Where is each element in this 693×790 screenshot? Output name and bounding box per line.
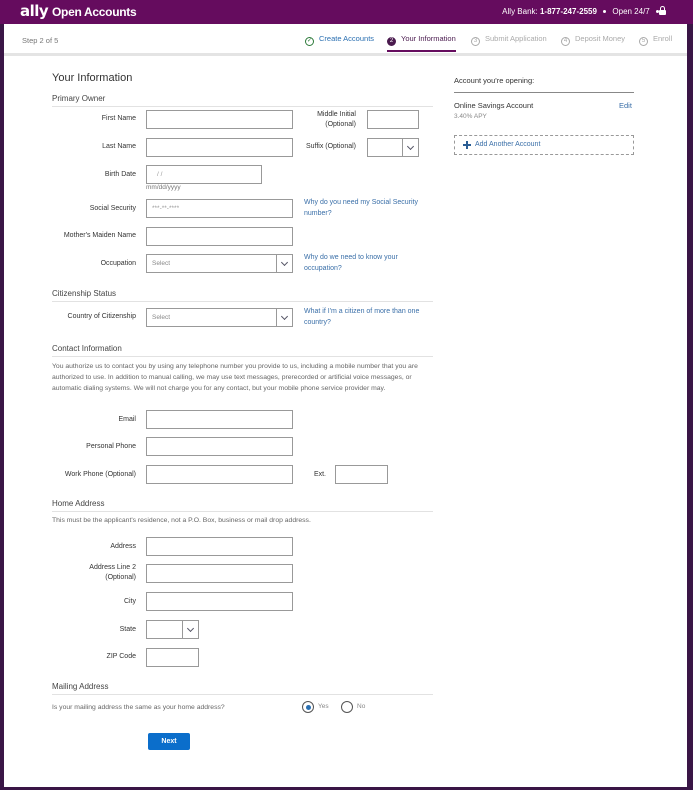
contact-info: Ally Bank: 1-877-247-2559 Open 24/7 (502, 7, 663, 16)
suffix-select[interactable] (367, 138, 419, 157)
section-citizenship: Citizenship Status (52, 289, 117, 298)
divider (52, 694, 433, 695)
state-select[interactable] (146, 620, 199, 639)
state-label: State (119, 626, 136, 633)
separator-dot (603, 10, 607, 14)
middle-initial-label: Middle Initial (Optional) (317, 111, 356, 128)
plus-icon (463, 141, 471, 149)
contact-disclaimer: You authorize us to contact you by using… (52, 363, 418, 392)
occupation-help-link[interactable]: Why do we need to know your occupation? (304, 252, 398, 274)
step-deposit-money: 4 Deposit Money (561, 34, 625, 46)
country-label: Country of Citizenship (67, 313, 136, 320)
step-enroll: 5 Enroll (639, 34, 672, 46)
mailing-no-radio[interactable] (341, 701, 353, 713)
address2-label: Address Line 2 (Optional) (89, 564, 136, 581)
divider (52, 356, 433, 357)
occupation-select[interactable]: Select (146, 254, 293, 273)
hours-text: Open 24/7 (612, 7, 650, 16)
next-button[interactable]: Next (148, 733, 190, 750)
email-input[interactable] (146, 410, 293, 429)
birth-date-input[interactable]: / / (146, 165, 262, 184)
first-name-label: First Name (101, 115, 136, 122)
birth-date-hint: mm/dd/yyyy (146, 184, 181, 191)
ext-input[interactable] (335, 465, 388, 484)
middle-initial-input[interactable] (367, 110, 419, 129)
mailing-yes-radio[interactable] (302, 701, 314, 713)
step-label: Your Information (401, 34, 456, 43)
step-number-icon: 2 (387, 37, 396, 46)
work-phone-input[interactable] (146, 465, 293, 484)
account-apy: 3.40% APY (454, 113, 487, 120)
step-number-icon: 4 (561, 37, 570, 46)
section-mailing-address: Mailing Address (52, 682, 109, 691)
app-title: Open Accounts (52, 5, 137, 19)
personal-phone-input[interactable] (146, 437, 293, 456)
divider (52, 511, 433, 512)
sidebar-divider (454, 92, 634, 93)
ssn-label: Social Security (89, 205, 136, 212)
address-label: Address (110, 543, 136, 550)
personal-phone-label: Personal Phone (86, 443, 136, 450)
sidebar-title: Account you're opening: (454, 76, 535, 85)
birth-date-label: Birth Date (104, 171, 136, 178)
ssn-help-link[interactable]: Why do you need my Social Security number… (304, 197, 418, 219)
mailing-question: Is your mailing address the same as your… (52, 704, 225, 711)
suffix-label: Suffix (Optional) (305, 143, 356, 150)
country-select[interactable]: Select (146, 308, 293, 327)
chevron-down-icon (276, 255, 292, 272)
last-name-label: Last Name (102, 143, 136, 150)
work-phone-label: Work Phone (Optional) (64, 471, 136, 478)
first-name-input[interactable] (146, 110, 293, 129)
city-label: City (123, 598, 136, 605)
home-address-note: This must be the applicant's residence, … (52, 517, 311, 524)
top-header: ally Open Accounts Ally Bank: 1-877-247-… (0, 0, 693, 24)
step-number-icon: 3 (471, 37, 480, 46)
step-number-icon: 5 (639, 37, 648, 46)
ssn-input[interactable]: ***-**-**** (146, 199, 293, 218)
step-label: Deposit Money (575, 34, 626, 43)
step-label: Create Accounts (319, 34, 375, 43)
ext-label: Ext. (313, 471, 326, 478)
section-primary-owner: Primary Owner (52, 94, 106, 103)
maiden-name-label: Mother's Maiden Name (63, 232, 136, 239)
add-account-label: Add Another Account (475, 141, 541, 148)
chevron-down-icon (182, 621, 198, 638)
email-label: Email (118, 416, 136, 423)
step-your-information: 2 Your Information (387, 34, 456, 52)
account-name: Online Savings Account (454, 101, 534, 110)
phone-number[interactable]: 1-877-247-2559 (540, 7, 597, 16)
step-label: Enroll (653, 34, 673, 43)
maiden-name-input[interactable] (146, 227, 293, 246)
divider (52, 106, 433, 107)
step-label: Submit Application (485, 34, 547, 43)
page-title: Your Information (52, 72, 133, 84)
progress-steps: Step 2 of 5 ✓ Create Accounts 2 Your Infor… (4, 24, 687, 56)
chevron-down-icon (276, 309, 292, 326)
step-count: Step 2 of 5 (22, 36, 59, 45)
check-circle-icon: ✓ (305, 37, 314, 46)
section-home-address: Home Address (52, 499, 105, 508)
mailing-no-label[interactable]: No (357, 703, 365, 710)
address-input[interactable] (146, 537, 293, 556)
add-another-account-button[interactable]: Add Another Account (454, 135, 634, 155)
chevron-down-icon (402, 139, 418, 156)
edit-account-link[interactable]: Edit (619, 101, 632, 110)
section-contact: Contact Information (52, 344, 122, 353)
city-input[interactable] (146, 592, 293, 611)
contact-prefix: Ally Bank: (502, 7, 538, 16)
page-content: Step 2 of 5 ✓ Create Accounts 2 Your Infor… (4, 24, 687, 787)
zip-label: ZIP Code (106, 653, 136, 660)
mailing-yes-label[interactable]: Yes (318, 703, 329, 710)
citizenship-help-link[interactable]: What if I'm a citizen of more than one co… (304, 306, 419, 328)
last-name-input[interactable] (146, 138, 293, 157)
zip-input[interactable] (146, 648, 199, 667)
lock-icon (659, 6, 666, 15)
address2-input[interactable] (146, 564, 293, 583)
step-submit-application: 3 Submit Application (471, 34, 547, 46)
step-create-accounts[interactable]: ✓ Create Accounts (305, 34, 374, 46)
occupation-label: Occupation (100, 260, 136, 267)
divider (52, 301, 433, 302)
ally-logo[interactable]: ally (20, 2, 49, 20)
